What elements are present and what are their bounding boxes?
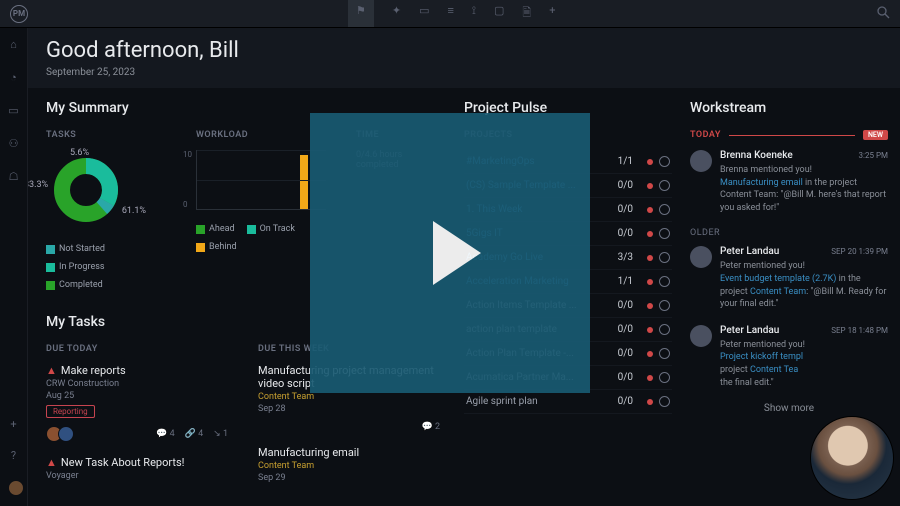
workstream-item[interactable]: Brenna Koeneke3:25 PM Brenna mentioned y…: [690, 150, 888, 214]
avatar: [690, 325, 712, 347]
tab-icon-5[interactable]: ⟟: [472, 4, 476, 23]
status-dot: [647, 255, 653, 261]
tab-icon-3[interactable]: ▭: [419, 4, 429, 23]
nav-user-avatar[interactable]: [8, 480, 24, 496]
task-tag[interactable]: Reporting: [46, 405, 95, 418]
donut-pct-1: 5.6%: [70, 148, 89, 158]
warning-icon: ▲: [46, 456, 57, 469]
page-header: Good afternoon, Bill September 25, 2023: [28, 28, 900, 88]
task-item[interactable]: ▲Make reports CRW Construction Aug 25 Re…: [46, 364, 228, 442]
top-tabs: ⚑ ✦ ▭ ≡ ⟟ ▢ 🗎 +: [348, 4, 556, 23]
tasks-legend: Not Started In Progress Completed: [46, 244, 166, 290]
nav-users-icon[interactable]: ⚇: [9, 137, 19, 150]
workload-bar-chart: 100: [196, 150, 326, 210]
comment-icon[interactable]: 💬 2: [421, 422, 440, 432]
tasks-label: TASKS: [46, 130, 166, 140]
project-ratio: 0/0: [618, 204, 633, 215]
nav-add-icon[interactable]: +: [10, 418, 16, 431]
status-circle-icon[interactable]: [659, 276, 670, 287]
tab-icon-7[interactable]: 🗎: [522, 4, 531, 23]
task-item[interactable]: ▲New Task About Reports! Voyager: [46, 456, 228, 481]
project-ratio: 0/0: [618, 180, 633, 191]
status-circle-icon[interactable]: [659, 372, 670, 383]
status-circle-icon[interactable]: [659, 180, 670, 191]
project-ratio: 0/0: [618, 228, 633, 239]
workload-legend: Ahead On Track Behind: [196, 224, 326, 252]
status-dot: [647, 327, 653, 333]
attach-icon[interactable]: ↘ 1: [213, 429, 228, 439]
tab-icon-4[interactable]: ≡: [448, 4, 454, 23]
project-ratio: 0/0: [618, 396, 633, 407]
status-circle-icon[interactable]: [659, 204, 670, 215]
project-ratio: 1/1: [618, 156, 633, 167]
project-ratio: 3/3: [618, 252, 633, 263]
show-more-button[interactable]: Show more: [690, 403, 888, 414]
search-icon[interactable]: [876, 5, 890, 22]
donut-pct-3: 61.1%: [122, 206, 146, 216]
project-ratio: 0/0: [618, 348, 633, 359]
nav-folder-icon[interactable]: ▭: [8, 104, 18, 117]
page-date: September 25, 2023: [46, 67, 882, 78]
status-circle-icon[interactable]: [659, 348, 670, 359]
video-play-overlay[interactable]: [310, 113, 590, 393]
task-avatars[interactable]: [46, 426, 70, 442]
nav-home-icon[interactable]: ⌂: [10, 38, 17, 51]
avatar: [690, 150, 712, 172]
workstream-item[interactable]: Peter LandauSEP 20 1:39 PM Peter mention…: [690, 246, 888, 310]
nav-briefcase-icon[interactable]: ☖: [9, 170, 19, 183]
tab-icon-6[interactable]: ▢: [494, 4, 504, 23]
today-label: TODAY: [690, 130, 721, 140]
status-dot: [647, 183, 653, 189]
new-badge: NEW: [863, 130, 888, 140]
status-circle-icon[interactable]: [659, 252, 670, 263]
status-circle-icon[interactable]: [659, 396, 670, 407]
today-divider: [729, 135, 855, 136]
project-name: Agile sprint plan: [466, 396, 610, 407]
status-circle-icon[interactable]: [659, 300, 670, 311]
status-dot: [647, 231, 653, 237]
status-dot: [647, 375, 653, 381]
warning-icon: ▲: [46, 364, 57, 377]
task-item[interactable]: Manufacturing email Content Team Sep 29: [258, 446, 440, 483]
status-dot: [647, 159, 653, 165]
link-icon[interactable]: 🔗 4: [185, 429, 204, 439]
project-row[interactable]: Agile sprint plan 0/0: [464, 390, 672, 414]
avatar: [690, 246, 712, 268]
project-ratio: 0/0: [618, 300, 633, 311]
status-dot: [647, 399, 653, 405]
status-circle-icon[interactable]: [659, 324, 670, 335]
status-dot: [647, 207, 653, 213]
play-icon: [433, 221, 481, 285]
nav-help-icon[interactable]: ?: [11, 449, 16, 462]
donut-pct-2: 33.3%: [28, 180, 48, 190]
nav-clock-icon[interactable]: ◔: [10, 71, 17, 84]
status-dot: [647, 351, 653, 357]
older-label: OLDER: [690, 228, 888, 238]
app-logo[interactable]: PM: [10, 5, 28, 23]
status-dot: [647, 279, 653, 285]
tab-icon-1[interactable]: ⚑: [348, 0, 374, 27]
status-dot: [647, 303, 653, 309]
status-circle-icon[interactable]: [659, 228, 670, 239]
comment-icon[interactable]: 💬 4: [156, 429, 175, 439]
due-today-label: DUE TODAY: [46, 344, 228, 354]
tab-add-icon[interactable]: +: [549, 4, 555, 23]
left-nav: ⌂ ◔ ▭ ⚇ ☖ + ?: [0, 28, 28, 506]
presenter-pip[interactable]: [810, 416, 894, 500]
workstream-title: Workstream: [690, 100, 888, 116]
page-title: Good afternoon, Bill: [46, 38, 882, 63]
project-ratio: 0/0: [618, 324, 633, 335]
project-ratio: 0/0: [618, 372, 633, 383]
status-circle-icon[interactable]: [659, 156, 670, 167]
tasks-donut-chart: 5.6% 33.3% 61.1%: [46, 150, 126, 230]
workstream-item[interactable]: Peter LandauSEP 18 1:48 PM Peter mention…: [690, 325, 888, 389]
workload-label: WORKLOAD: [196, 130, 326, 140]
tab-icon-2[interactable]: ✦: [392, 4, 401, 23]
project-ratio: 1/1: [618, 276, 633, 287]
